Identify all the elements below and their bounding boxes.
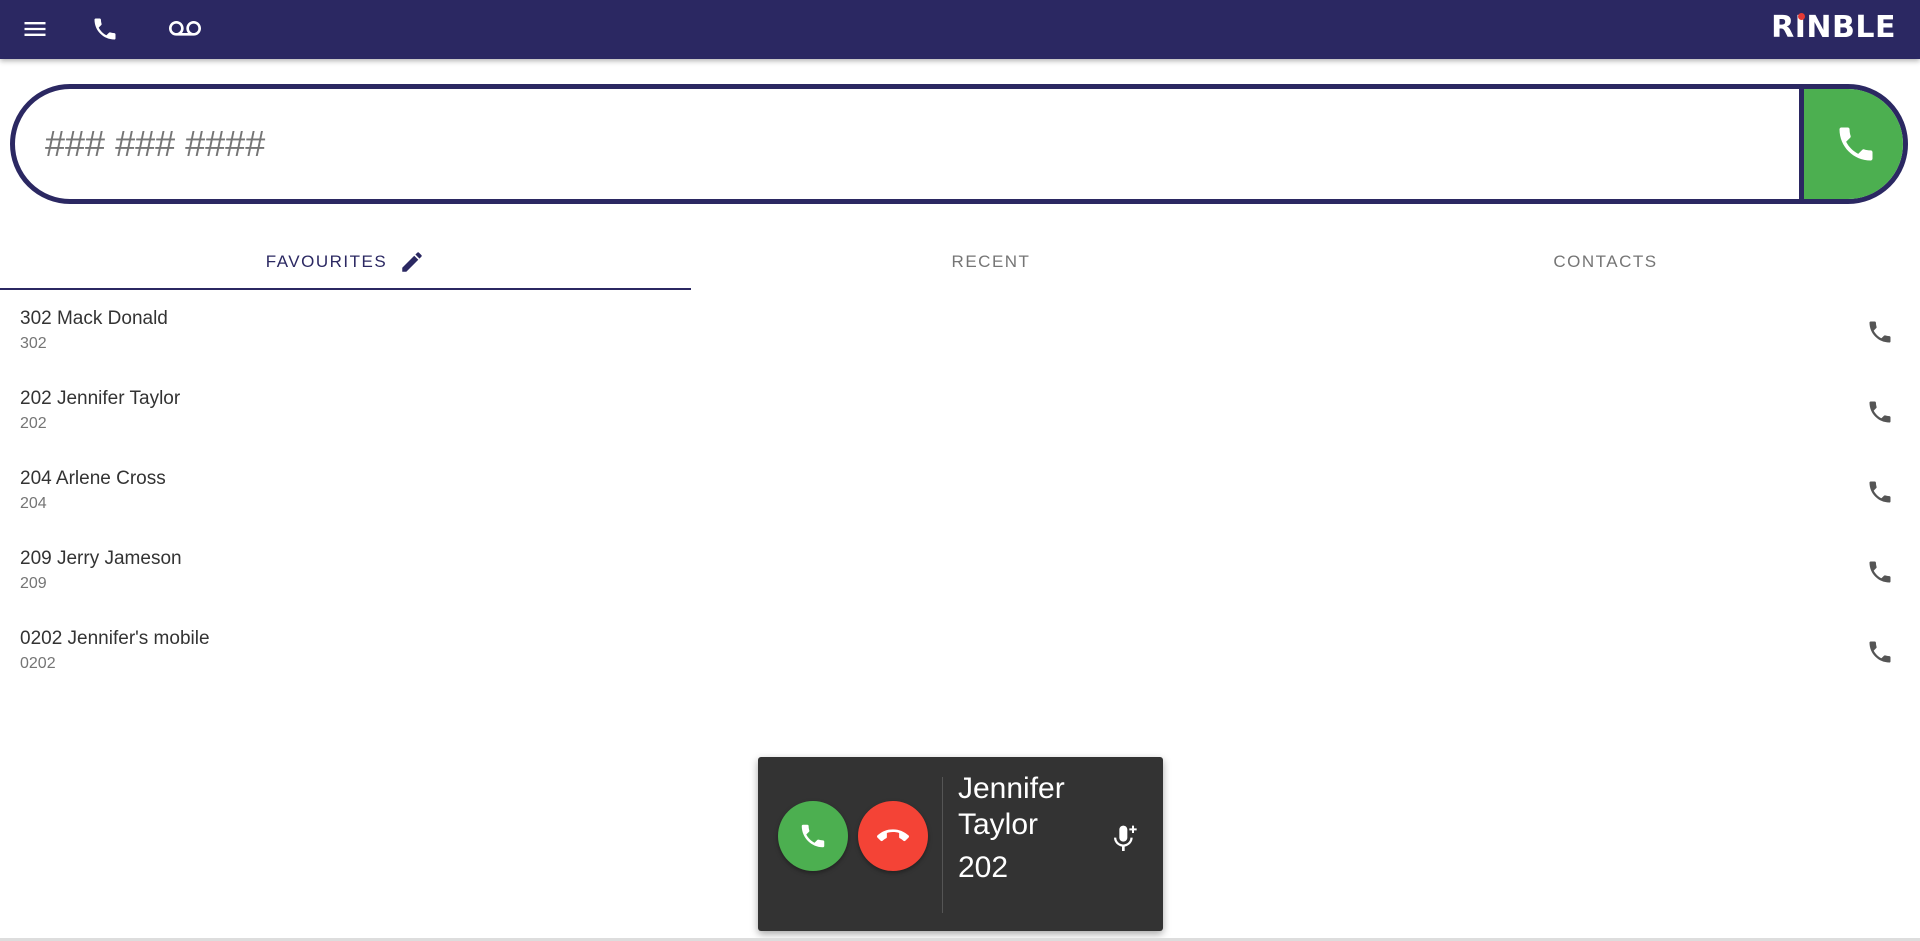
decline-call-button[interactable]: [858, 801, 928, 871]
popup-divider: [942, 777, 943, 913]
mic-add-icon[interactable]: [1108, 821, 1144, 857]
list-item[interactable]: 0202 Jennifer's mobile 0202: [0, 612, 1920, 692]
tab-favourites[interactable]: FAVOURITES: [0, 234, 691, 290]
caller-name: Jennifer Taylor: [958, 772, 1065, 841]
dial-number-input[interactable]: [15, 89, 1801, 199]
contact-name: 0202 Jennifer's mobile: [20, 628, 210, 649]
phone-icon: [1839, 127, 1873, 161]
phone-icon[interactable]: [1862, 554, 1898, 590]
phone-icon[interactable]: [1862, 634, 1898, 670]
contact-number: 302: [20, 335, 47, 352]
contact-number: 202: [20, 415, 47, 432]
dial-call-button[interactable]: [1804, 89, 1903, 199]
voicemail-icon[interactable]: [164, 8, 206, 50]
top-app-bar: RI NBLE: [0, 0, 1920, 59]
tab-recent[interactable]: RECENT: [691, 234, 1291, 290]
answer-call-button[interactable]: [778, 801, 848, 871]
contact-number: 209: [20, 575, 47, 592]
active-tab-indicator: [0, 288, 691, 290]
phone-icon[interactable]: [1862, 394, 1898, 430]
list-item[interactable]: 202 Jennifer Taylor 202: [0, 372, 1920, 452]
list-item[interactable]: 302 Mack Donald 302: [0, 292, 1920, 372]
tab-contacts[interactable]: CONTACTS: [1291, 234, 1920, 290]
phone-icon[interactable]: [1862, 474, 1898, 510]
phone-icon[interactable]: [84, 8, 126, 50]
contact-name: 302 Mack Donald: [20, 308, 168, 329]
list-item[interactable]: 209 Jerry Jameson 209: [0, 532, 1920, 612]
edit-favourites-icon[interactable]: [399, 249, 425, 275]
contact-name: 204 Arlene Cross: [20, 468, 166, 489]
tab-recent-label: RECENT: [951, 252, 1031, 271]
tab-contacts-label: CONTACTS: [1553, 252, 1658, 271]
list-item[interactable]: 204 Arlene Cross 204: [0, 452, 1920, 532]
contact-number: 0202: [20, 655, 56, 672]
logo-dot: [1797, 13, 1805, 20]
rinble-logo: RI NBLE: [1771, 10, 1896, 45]
contact-number: 204: [20, 495, 47, 512]
tab-favourites-label: FAVOURITES: [265, 252, 388, 271]
phone-icon[interactable]: [1862, 314, 1898, 350]
call-end-icon: [877, 829, 909, 842]
caller-number: 202: [958, 851, 1009, 884]
dialer-bar: [10, 84, 1908, 204]
incoming-call-popup: Jennifer Taylor 202: [758, 757, 1163, 931]
contact-name: 202 Jennifer Taylor: [20, 388, 181, 409]
menu-icon[interactable]: [14, 8, 56, 50]
tab-bar: FAVOURITES RECENT CONTACTS: [0, 234, 1920, 290]
phone-icon: [801, 824, 825, 848]
favourites-list: 302 Mack Donald 302 202 Jennifer Taylor …: [0, 292, 1920, 692]
contact-name: 209 Jerry Jameson: [20, 548, 182, 569]
